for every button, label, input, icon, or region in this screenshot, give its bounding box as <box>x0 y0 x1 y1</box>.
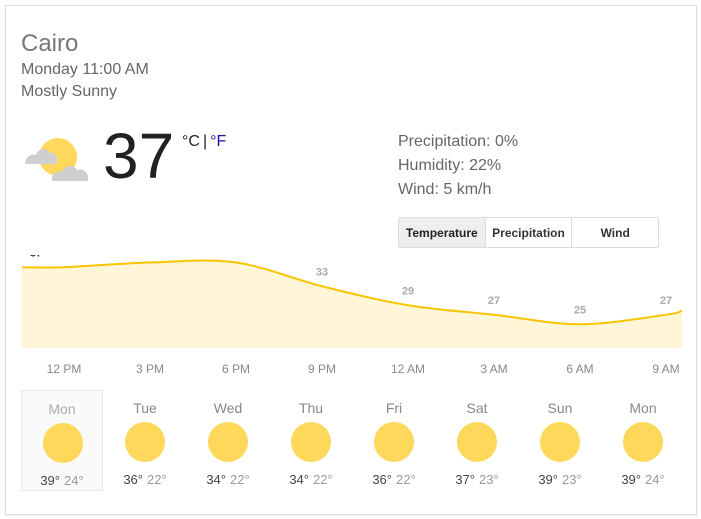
forecast-high: 34° <box>289 472 309 487</box>
forecast-low: 22° <box>147 472 167 487</box>
forecast-low: 22° <box>230 472 250 487</box>
sun-icon <box>457 422 497 462</box>
temperature-value-label: 27 <box>660 295 672 307</box>
forecast-day[interactable]: Sun 39° 23° <box>519 390 601 491</box>
wind-text: Wind: 5 km/h <box>398 181 492 198</box>
temperature-value-label: 29 <box>402 285 414 297</box>
temperature-value-label: 27 <box>488 295 500 307</box>
sun-icon <box>43 423 83 463</box>
current-temperature: 37 <box>103 120 175 192</box>
time-tick-label: 6 AM <box>566 362 593 376</box>
forecast-day[interactable]: Mon 39° 24° <box>21 390 103 491</box>
chart-tabs: Temperature Precipitation Wind <box>398 217 659 248</box>
forecast-day-name: Sat <box>466 400 488 416</box>
forecast-day[interactable]: Thu 34° 22° <box>270 390 352 491</box>
forecast-day-name: Thu <box>298 400 324 416</box>
sun-icon <box>125 422 165 462</box>
time-tick-label: 6 PM <box>222 362 250 376</box>
city-name: Cairo <box>21 30 79 57</box>
unit-switch: °C | °F <box>182 133 226 151</box>
forecast-high: 37° <box>455 472 475 487</box>
forecast-high: 39° <box>538 472 558 487</box>
time-tick-label: 3 AM <box>480 362 507 376</box>
time-tick-label: 9 AM <box>652 362 679 376</box>
forecast-low: 24° <box>64 473 84 488</box>
forecast-low: 24° <box>645 472 665 487</box>
temperature-value-label: 25 <box>574 304 586 316</box>
forecast-high: 39° <box>40 473 60 488</box>
forecast-high: 34° <box>206 472 226 487</box>
forecast-high: 39° <box>621 472 641 487</box>
sun-icon <box>374 422 414 462</box>
forecast-day-name: Wed <box>213 400 243 416</box>
time-tick-label: 3 PM <box>136 362 164 376</box>
sun-icon <box>540 422 580 462</box>
forecast-low: 22° <box>396 472 416 487</box>
time-tick-label: 12 AM <box>391 362 425 376</box>
tab-wind[interactable]: Wind <box>572 218 658 247</box>
humidity-text: Humidity: 22% <box>398 157 502 174</box>
time-tick-label: 9 PM <box>308 362 336 376</box>
forecast-day[interactable]: Tue 36° 22° <box>104 390 186 491</box>
temperature-value-label: 33 <box>316 266 328 278</box>
precipitation-text: Precipitation: 0% <box>398 133 519 150</box>
temperature-value-label: 37 <box>30 255 42 259</box>
forecast-day[interactable]: Fri 36° 22° <box>353 390 435 491</box>
forecast-day-name: Mon <box>48 401 76 417</box>
unit-separator: | <box>202 133 208 150</box>
forecast-low: 22° <box>313 472 333 487</box>
sun-icon <box>291 422 331 462</box>
unit-fahrenheit[interactable]: °F <box>210 133 226 150</box>
sun-icon <box>208 422 248 462</box>
forecast-day-name: Mon <box>629 400 657 416</box>
forecast-low: 23° <box>562 472 582 487</box>
daily-forecast: Mon 39° 24° Tue 36° 22° Wed 34° 22° Thu 34°… <box>21 390 685 491</box>
weather-details: Precipitation: 0% Humidity: 22% Wind: 5 … <box>398 130 518 202</box>
forecast-day[interactable]: Sat 37° 23° <box>436 390 518 491</box>
forecast-high: 36° <box>123 472 143 487</box>
forecast-day[interactable]: Mon 39° 24° <box>602 390 684 491</box>
forecast-day-name: Tue <box>133 400 157 416</box>
hourly-temperature-chart: 373838332927252712 PM3 PM6 PM9 PM12 AM3 … <box>21 255 683 376</box>
forecast-day-name: Fri <box>385 400 403 416</box>
partly-sunny-icon <box>25 138 89 181</box>
time-tick-label: 12 PM <box>47 362 82 376</box>
tab-temperature[interactable]: Temperature <box>399 218 486 247</box>
sun-icon <box>623 422 663 462</box>
forecast-day[interactable]: Wed 34° 22° <box>187 390 269 491</box>
tab-precipitation[interactable]: Precipitation <box>486 218 573 247</box>
forecast-high: 36° <box>372 472 392 487</box>
condition: Mostly Sunny <box>21 83 118 100</box>
forecast-day-name: Sun <box>547 400 573 416</box>
unit-celsius[interactable]: °C <box>182 133 200 150</box>
datetime: Monday 11:00 AM <box>21 61 149 78</box>
forecast-low: 23° <box>479 472 499 487</box>
